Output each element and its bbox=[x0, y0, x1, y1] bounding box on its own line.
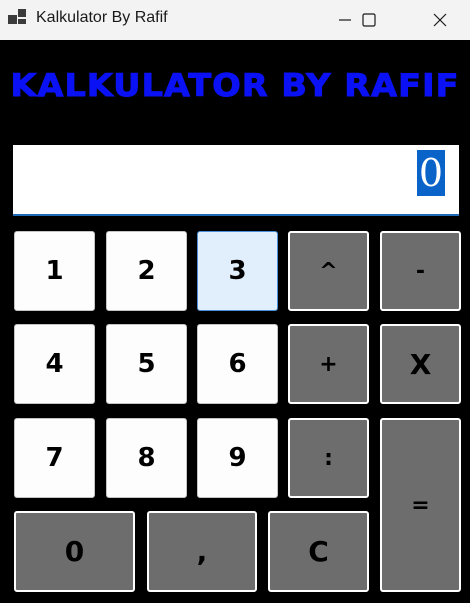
maximize-icon bbox=[362, 13, 376, 27]
close-button[interactable] bbox=[417, 0, 463, 40]
power-button[interactable]: ^ bbox=[288, 231, 369, 311]
maximize-button[interactable] bbox=[346, 0, 392, 40]
divide-button[interactable]: : bbox=[288, 418, 369, 498]
digit-1-button[interactable]: 1 bbox=[14, 231, 95, 311]
app-icon bbox=[8, 9, 28, 29]
display-field[interactable]: 0 bbox=[13, 145, 459, 216]
plus-button[interactable]: + bbox=[288, 324, 369, 404]
app-heading: KALKULATOR BY RAFIF bbox=[10, 68, 460, 105]
comma-button[interactable]: , bbox=[147, 511, 257, 592]
equals-button[interactable]: = bbox=[380, 418, 461, 592]
digit-5-button[interactable]: 5 bbox=[106, 324, 187, 404]
minus-button[interactable]: - bbox=[380, 231, 461, 311]
title-bar: Kalkulator By Rafif bbox=[0, 0, 470, 40]
close-icon bbox=[433, 13, 447, 27]
clear-button[interactable]: C bbox=[268, 511, 369, 592]
multiply-button[interactable]: X bbox=[380, 324, 461, 404]
digit-2-button[interactable]: 2 bbox=[106, 231, 187, 311]
digit-9-button[interactable]: 9 bbox=[197, 418, 278, 498]
digit-4-button[interactable]: 4 bbox=[14, 324, 95, 404]
digit-6-button[interactable]: 6 bbox=[197, 324, 278, 404]
display-value: 0 bbox=[416, 150, 445, 196]
digit-0-button[interactable]: 0 bbox=[14, 511, 135, 592]
window-title: Kalkulator By Rafif bbox=[36, 9, 168, 26]
digit-8-button[interactable]: 8 bbox=[106, 418, 187, 498]
digit-7-button[interactable]: 7 bbox=[14, 418, 95, 498]
digit-3-button[interactable]: 3 bbox=[197, 231, 278, 311]
